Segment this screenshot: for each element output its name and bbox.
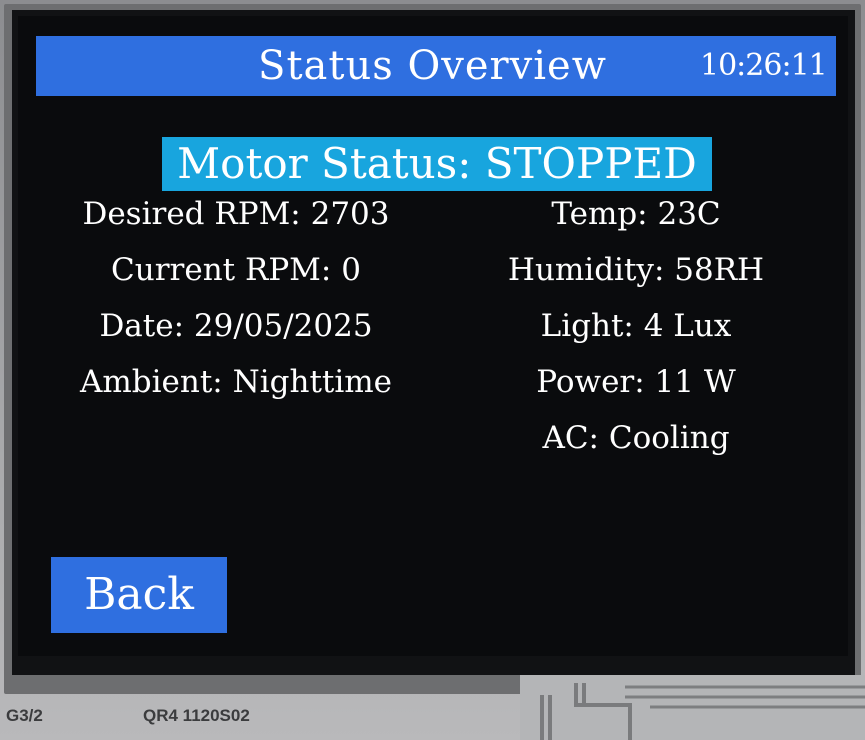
light-label: Light: 4 Lux	[540, 308, 732, 344]
ambient-label: Ambient: Nighttime	[79, 364, 393, 400]
back-button-label: Back	[84, 569, 194, 620]
ac-label: AC: Cooling	[542, 420, 730, 456]
back-button[interactable]: Back	[51, 557, 227, 633]
pcb-marking-right: QR4 1120S02	[143, 706, 250, 725]
motor-status-banner: Motor Status: STOPPED	[162, 137, 712, 191]
power-label: Power: 11 W	[536, 364, 736, 400]
clock: 10:26:11	[700, 48, 828, 83]
desired-rpm-label: Desired RPM: 2703	[82, 196, 390, 232]
flex-connector	[520, 675, 865, 740]
humidity-label: Humidity: 58RH	[507, 252, 765, 288]
temp-label: Temp: 23C	[551, 196, 721, 232]
current-rpm-label: Current RPM: 0	[111, 252, 361, 288]
pcb-marking-left: G3/2	[6, 706, 43, 725]
date-label: Date: 29/05/2025	[99, 308, 373, 344]
